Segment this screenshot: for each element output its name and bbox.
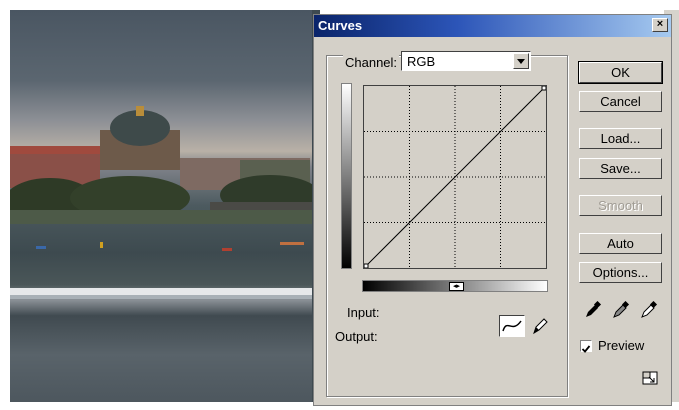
pencil-tool-icon[interactable] xyxy=(530,315,550,337)
chevron-down-icon[interactable] xyxy=(513,53,529,69)
preview-label: Preview xyxy=(598,338,645,353)
ok-button[interactable]: OK xyxy=(578,61,663,84)
curve-tool-icon[interactable] xyxy=(499,315,525,337)
channel-label: Channel: xyxy=(343,55,400,70)
auto-button[interactable]: Auto xyxy=(579,233,662,254)
dialog-title: Curves xyxy=(318,18,363,33)
output-label: Output: xyxy=(335,329,378,344)
input-gradient-bar: ◂▸ xyxy=(362,280,548,292)
curve-point-black xyxy=(363,263,369,269)
gradient-toggle-icon[interactable]: ◂▸ xyxy=(449,282,464,291)
channel-select[interactable]: RGB xyxy=(401,51,531,71)
expand-icon[interactable] xyxy=(642,371,658,385)
load-button[interactable]: Load... xyxy=(579,128,662,149)
title-bar[interactable]: Curves × xyxy=(314,15,671,37)
cancel-button[interactable]: Cancel xyxy=(579,91,662,112)
options-button[interactable]: Options... xyxy=(579,262,662,283)
close-button[interactable]: × xyxy=(652,18,668,32)
input-label: Input: xyxy=(347,305,380,320)
channel-value: RGB xyxy=(407,54,436,69)
curve-point-white xyxy=(541,85,547,91)
black-eyedropper-icon[interactable] xyxy=(584,300,602,319)
curves-dialog: Curves × Channel: RGB ◂▸ Input: Output: xyxy=(313,14,672,406)
save-button[interactable]: Save... xyxy=(579,158,662,179)
photo-scene xyxy=(10,106,312,299)
preview-checkbox[interactable] xyxy=(580,340,592,353)
output-gradient-bar xyxy=(341,83,352,269)
background-photo xyxy=(10,10,312,402)
curve-graph[interactable] xyxy=(363,85,547,269)
smooth-button[interactable]: Smooth xyxy=(579,195,662,216)
white-eyedropper-icon[interactable] xyxy=(640,300,658,319)
curve-grid xyxy=(363,85,547,269)
gray-eyedropper-icon[interactable] xyxy=(612,300,630,319)
